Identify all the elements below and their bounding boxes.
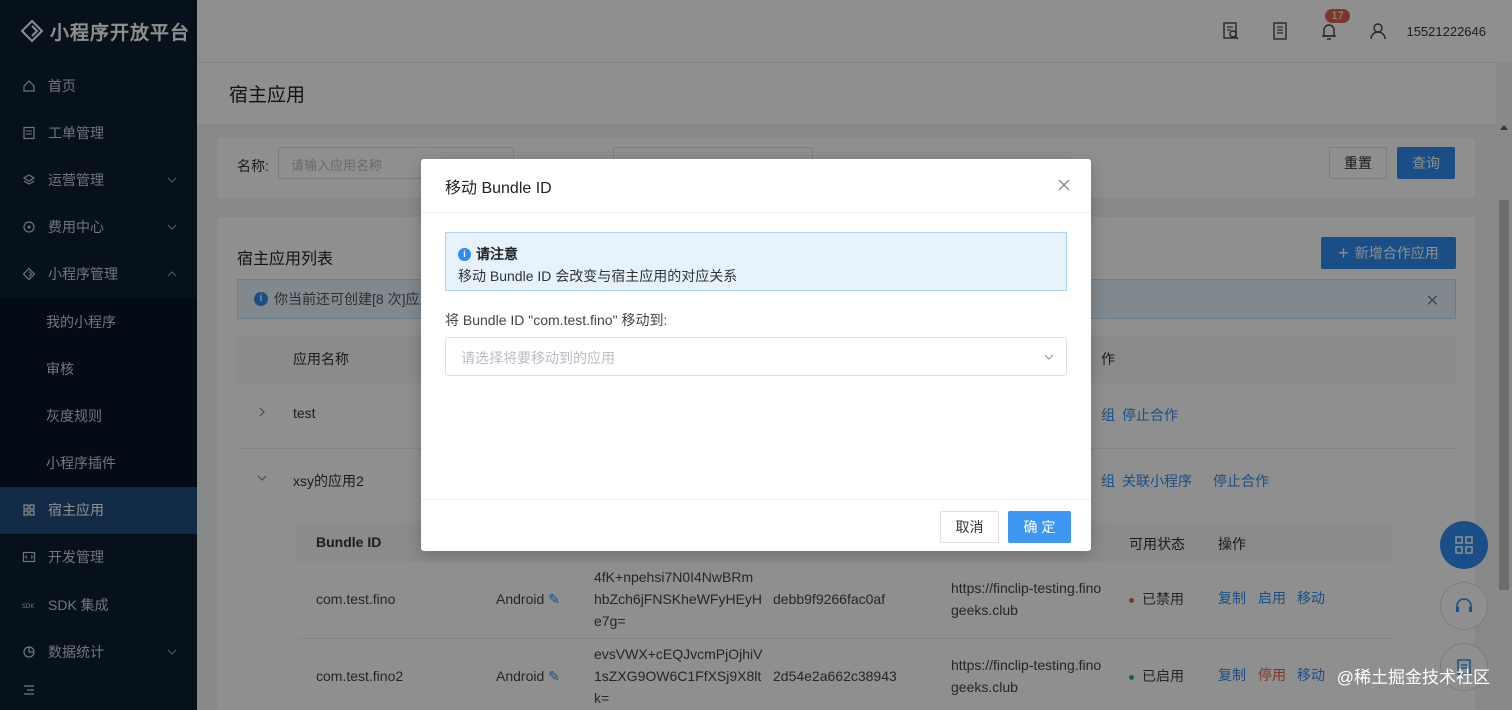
warning-alert: i 请注意 移动 Bundle ID 会改变与宿主应用的对应关系 xyxy=(445,232,1067,291)
modal-footer: 取消 确 定 xyxy=(421,499,1091,551)
chevron-down-icon xyxy=(1044,354,1054,360)
target-app-select[interactable]: 请选择将要移动到的应用 xyxy=(445,337,1067,376)
confirm-button[interactable]: 确 定 xyxy=(1008,511,1071,543)
move-label: 将 Bundle ID "com.test.fino" 移动到: xyxy=(445,312,668,328)
move-bundle-modal: 移动 Bundle ID i 请注意 移动 Bundle ID 会改变与宿主应用的… xyxy=(421,159,1091,551)
alert-title-row: i 请注意 xyxy=(458,244,1054,264)
watermark-text: @稀土掘金技术社区 xyxy=(1336,668,1490,687)
select-placeholder: 请选择将要移动到的应用 xyxy=(461,350,615,366)
cancel-button[interactable]: 取消 xyxy=(940,511,999,543)
close-icon[interactable] xyxy=(1057,178,1071,192)
modal-title: 移动 Bundle ID xyxy=(421,159,1091,213)
alert-description: 移动 Bundle ID 会改变与宿主应用的对应关系 xyxy=(458,268,738,284)
alert-title: 请注意 xyxy=(476,246,518,262)
info-icon: i xyxy=(458,247,471,261)
